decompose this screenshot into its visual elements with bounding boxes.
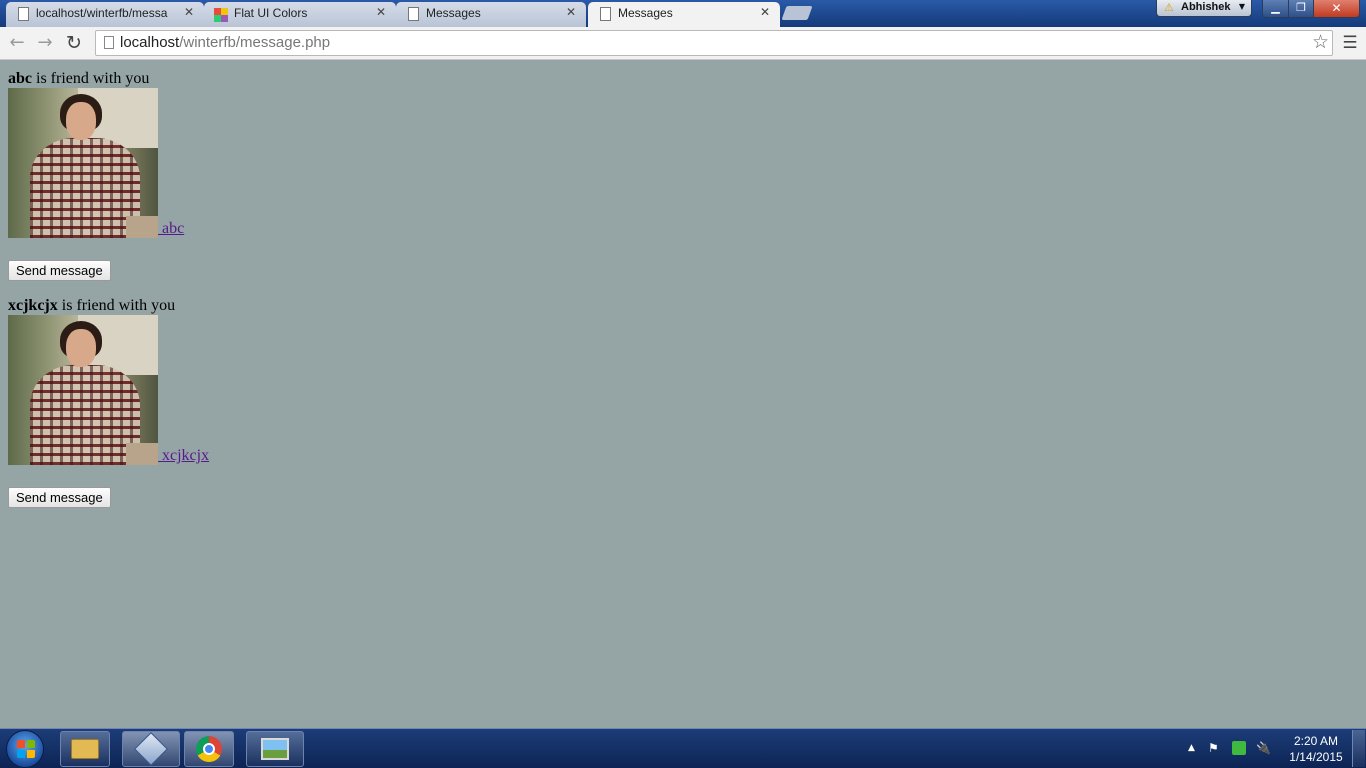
- taskbar-chrome[interactable]: [184, 731, 234, 767]
- tab-localhost-winterfb[interactable]: localhost/winterfb/messa ✕: [6, 2, 204, 27]
- show-hidden-icons-arrow[interactable]: ▲: [1188, 743, 1195, 753]
- taskbar-virtual-box[interactable]: [122, 731, 180, 767]
- address-url[interactable]: localhost/winterfb/message.php: [120, 34, 330, 51]
- flat-ui-colors-icon: [214, 7, 228, 22]
- clock[interactable]: 2:20 AM 1/14/2015: [1284, 733, 1348, 765]
- warning-icon: ⚠: [1164, 1, 1174, 14]
- network-icon[interactable]: [1232, 741, 1246, 755]
- send-message-button[interactable]: Send message: [8, 487, 111, 508]
- chevron-down-icon: ▼: [1238, 2, 1245, 11]
- tab-title: Messages: [618, 6, 673, 20]
- clock-time: 2:20 AM: [1293, 734, 1339, 748]
- chrome-icon: [196, 736, 222, 762]
- send-message-button[interactable]: Send message: [8, 260, 111, 281]
- tab-close-icon[interactable]: ✕: [184, 5, 194, 19]
- browser-toolbar: ← → ↻ localhost/winterfb/message.php ☆ ☰: [0, 27, 1366, 60]
- start-button[interactable]: [6, 730, 44, 768]
- forward-arrow-icon[interactable]: →: [34, 32, 56, 54]
- windows-explorer-icon: [71, 739, 99, 759]
- friend-profile-row: xcjkcjx: [8, 315, 209, 465]
- page-icon: [408, 7, 419, 21]
- friend-status-text: is friend with you: [36, 70, 150, 87]
- tab-messages[interactable]: Messages ✕: [396, 2, 586, 27]
- chrome-menu-icon[interactable]: ☰: [1340, 32, 1360, 54]
- restore-button[interactable]: ❐: [1288, 0, 1314, 18]
- virtual-box-icon: [134, 732, 168, 766]
- new-tab-button[interactable]: [781, 6, 813, 20]
- friend-profile-row: abc: [8, 88, 184, 238]
- page-icon: [104, 36, 114, 49]
- back-arrow-icon[interactable]: ←: [6, 32, 28, 54]
- tab-title: Flat UI Colors: [234, 6, 308, 20]
- friend-entry: abc is friend with you abc Send message: [8, 70, 184, 281]
- url-path: /winterfb/message.php: [179, 34, 331, 51]
- friend-status-text: is friend with you: [61, 297, 176, 314]
- taskbar-photo-viewer[interactable]: [246, 731, 304, 767]
- tab-close-icon[interactable]: ✕: [760, 5, 770, 19]
- clock-date: 1/14/2015: [1289, 750, 1343, 764]
- action-center-flag-icon[interactable]: ⚑: [1208, 741, 1219, 755]
- friend-photo: [8, 88, 158, 238]
- friend-photo: [8, 315, 158, 465]
- tab-messages-active[interactable]: Messages ✕: [588, 2, 780, 28]
- profile-name: Abhishek: [1181, 1, 1231, 13]
- browser-tab-strip: localhost/winterfb/messa ✕ Flat UI Color…: [0, 0, 1366, 28]
- tab-title: localhost/winterfb/messa: [36, 6, 168, 20]
- friend-profile-link[interactable]: abc: [158, 220, 184, 237]
- show-desktop-button[interactable]: [1352, 730, 1365, 767]
- reload-icon[interactable]: ↻: [63, 32, 85, 54]
- friend-name: xcjkcjx: [8, 297, 58, 314]
- address-bar[interactable]: localhost/winterfb/message.php ☆: [95, 30, 1333, 56]
- close-window-button[interactable]: ✕: [1313, 0, 1360, 18]
- friend-name: abc: [8, 70, 32, 87]
- friend-entry: xcjkcjx is friend with you xcjkcjx Send …: [8, 297, 209, 508]
- tab-title: Messages: [426, 6, 481, 20]
- tab-close-icon[interactable]: ✕: [566, 5, 576, 19]
- minimize-button[interactable]: ▁: [1262, 0, 1289, 18]
- friend-status-line: xcjkcjx is friend with you: [8, 297, 209, 315]
- page-content: abc is friend with you abc Send message …: [0, 60, 1366, 728]
- photo-viewer-icon: [261, 738, 289, 760]
- page-icon: [18, 7, 29, 21]
- bookmark-star-icon[interactable]: ☆: [1312, 31, 1329, 53]
- taskbar-windows-explorer[interactable]: [60, 731, 110, 767]
- tab-close-icon[interactable]: ✕: [376, 5, 386, 19]
- page-icon: [600, 7, 611, 21]
- taskbar: ▲ ⚑ 🔌 2:20 AM 1/14/2015: [0, 728, 1366, 768]
- power-icon[interactable]: 🔌: [1256, 741, 1271, 755]
- url-host: localhost: [120, 34, 180, 51]
- profile-button[interactable]: ⚠ Abhishek ▼: [1156, 0, 1252, 17]
- friend-status-line: abc is friend with you: [8, 70, 184, 88]
- tab-flat-ui-colors[interactable]: Flat UI Colors ✕: [204, 2, 396, 27]
- friend-profile-link[interactable]: xcjkcjx: [158, 447, 209, 464]
- windows-logo-icon: [17, 740, 35, 758]
